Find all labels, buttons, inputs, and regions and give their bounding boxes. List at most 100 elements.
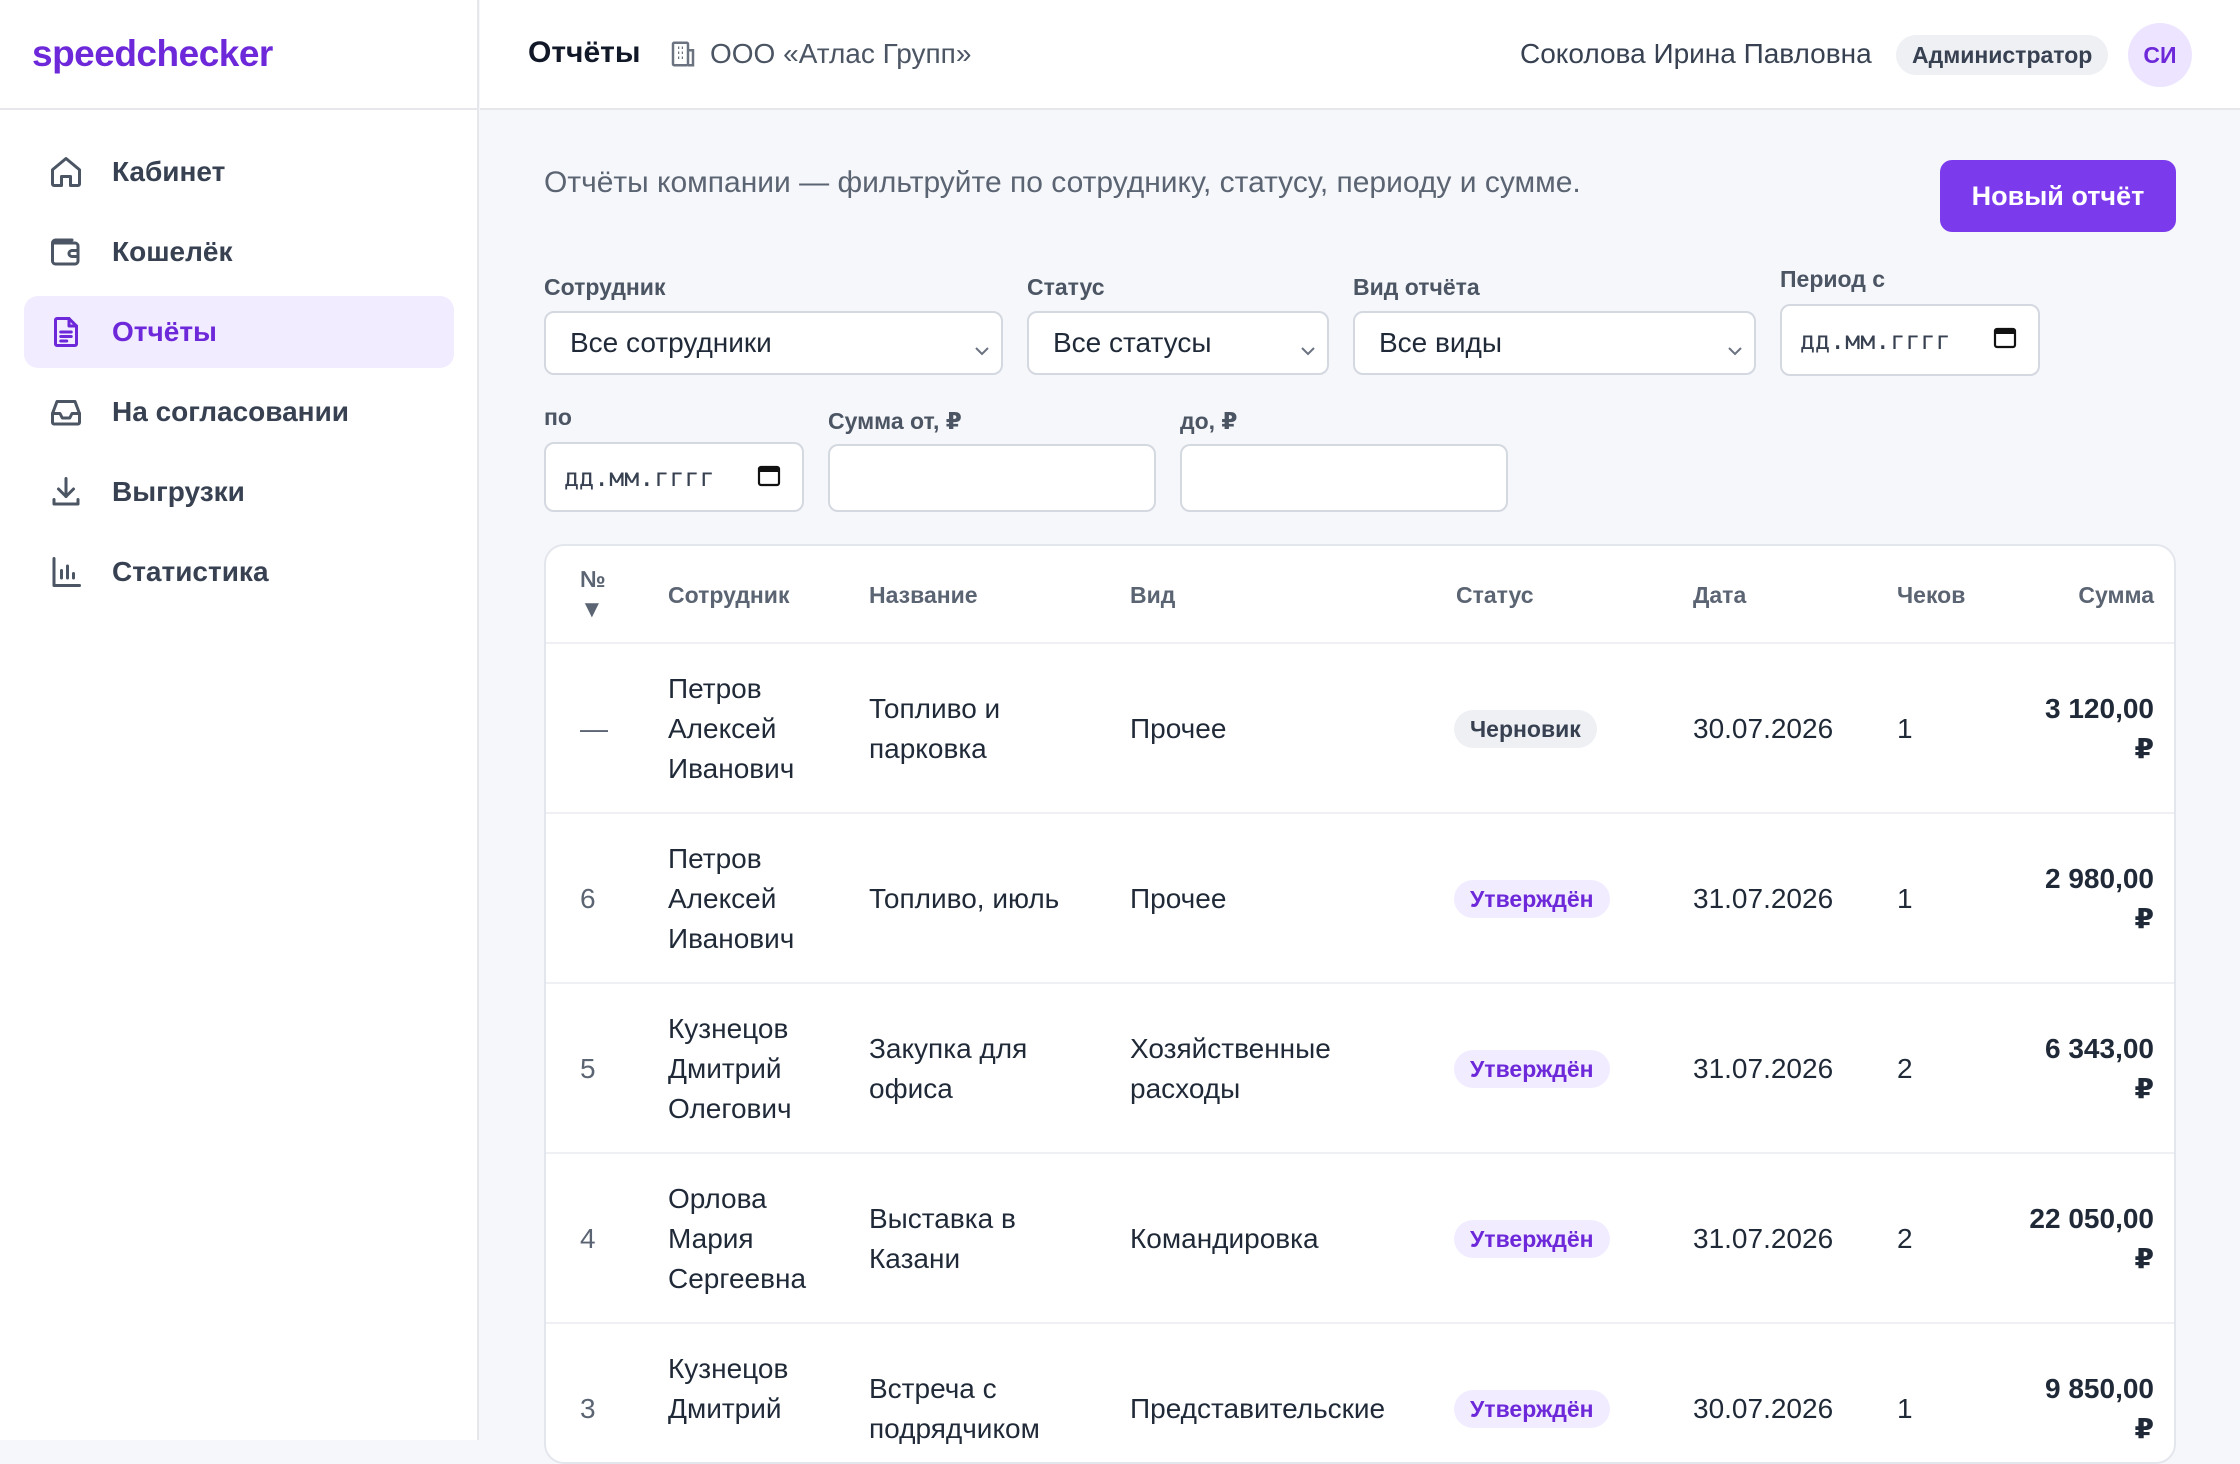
- page-description: Отчёты компании — фильтруйте по сотрудни…: [544, 166, 1581, 199]
- document-icon: [48, 314, 84, 350]
- row-type: Хозяйственные расходы: [1130, 1029, 1331, 1109]
- chevron-down-icon: [973, 335, 991, 356]
- name-line: Казани: [869, 1243, 961, 1274]
- user-name: Соколова Ирина Павловна: [1520, 38, 1872, 69]
- name-line: Встреча с: [869, 1373, 997, 1404]
- new-report-button[interactable]: Новый отчёт: [1940, 160, 2176, 232]
- app-logo[interactable]: speedchecker: [0, 0, 477, 110]
- type-line: Прочее: [1130, 713, 1227, 744]
- column-header-type[interactable]: Вид: [1130, 582, 1175, 609]
- column-header-number[interactable]: №: [580, 566, 606, 593]
- period-to-value: дд.мм.гггг: [564, 462, 715, 492]
- type-filter-value: Все виды: [1379, 327, 1503, 358]
- avatar[interactable]: СИ: [2128, 23, 2192, 87]
- row-date: 31.07.2026: [1693, 883, 1834, 914]
- inbox-icon: [48, 394, 84, 430]
- sum-value: 2 980,00: [2045, 863, 2154, 894]
- employee-filter-select[interactable]: Все сотрудники: [544, 311, 1003, 375]
- type-line: Прочее: [1130, 883, 1227, 914]
- column-header-date[interactable]: Дата: [1693, 582, 1746, 609]
- status-badge: Утверждён: [1454, 1390, 1610, 1428]
- period-to-input[interactable]: дд.мм.гггг: [544, 442, 804, 512]
- reports-table: № ▼ Сотрудник Название Вид Статус Дата Ч…: [544, 544, 2176, 1464]
- name-line: Топливо и: [869, 693, 1001, 724]
- sidebar-item-approval[interactable]: На согласовании: [24, 376, 454, 448]
- status-filter-select[interactable]: Все статусы: [1027, 311, 1329, 375]
- sum-value: 22 050,00: [2029, 1203, 2154, 1234]
- employee-filter-value: Все сотрудники: [570, 327, 772, 358]
- name-line: офиса: [869, 1073, 953, 1104]
- row-name[interactable]: Закупка для офиса: [869, 1029, 1027, 1109]
- row-employee: Кузнецов Дмитрий Олегович: [668, 1009, 792, 1129]
- row-type: Представительские: [1130, 1389, 1385, 1429]
- table-row[interactable]: — Петров Алексей Иванович Топливо и парк…: [546, 642, 2174, 812]
- sidebar-item-label: Выгрузки: [112, 476, 245, 507]
- row-number: 6: [580, 883, 596, 914]
- sidebar-item-reports[interactable]: Отчёты: [24, 296, 454, 368]
- row-employee: Кузнецов Дмитрий: [668, 1349, 788, 1429]
- sum-to-input[interactable]: [1180, 444, 1508, 512]
- row-number: 4: [580, 1223, 596, 1254]
- employee-line: Дмитрий: [668, 1393, 782, 1424]
- page-title: Отчёты: [528, 36, 641, 69]
- sidebar-item-label: Отчёты: [112, 316, 217, 347]
- type-filter-label: Вид отчёта: [1353, 274, 1480, 300]
- period-to-label: по: [544, 404, 572, 430]
- column-header-checks[interactable]: Чеков: [1897, 582, 1965, 609]
- sidebar-item-cabinet[interactable]: Кабинет: [24, 136, 454, 208]
- calendar-icon[interactable]: [1992, 324, 2018, 350]
- column-header-sum[interactable]: Сумма: [2078, 582, 2154, 609]
- period-from-input[interactable]: дд.мм.гггг: [1780, 304, 2040, 376]
- row-type: Командировка: [1130, 1219, 1319, 1259]
- column-header-status[interactable]: Статус: [1456, 582, 1534, 609]
- company-selector[interactable]: ООО «Атлас Групп»: [668, 38, 971, 70]
- type-filter-select[interactable]: Все виды: [1353, 311, 1756, 375]
- sum-to-label: до, ₽: [1180, 408, 1238, 434]
- name-line: подрядчиком: [869, 1413, 1040, 1444]
- chevron-down-icon: [1299, 335, 1317, 356]
- row-checks: 1: [1897, 713, 1913, 744]
- employee-line: Олегович: [668, 1093, 792, 1124]
- row-date: 31.07.2026: [1693, 1223, 1834, 1254]
- sum-from-input[interactable]: [828, 444, 1156, 512]
- currency-symbol: ₽: [2134, 1073, 2154, 1104]
- column-header-employee[interactable]: Сотрудник: [668, 582, 789, 609]
- row-name[interactable]: Выставка в Казани: [869, 1199, 1016, 1279]
- type-line: расходы: [1130, 1073, 1241, 1104]
- period-from-value: дд.мм.гггг: [1800, 325, 1951, 355]
- row-name[interactable]: Встреча с подрядчиком: [869, 1369, 1040, 1449]
- row-name[interactable]: Топливо, июль: [869, 879, 1059, 919]
- table-row[interactable]: 5 Кузнецов Дмитрий Олегович Закупка для …: [546, 982, 2174, 1152]
- employee-filter-label: Сотрудник: [544, 274, 666, 300]
- sidebar-item-label: На согласовании: [112, 396, 350, 427]
- calendar-icon[interactable]: [756, 462, 782, 488]
- employee-line: Алексей: [668, 713, 777, 744]
- column-header-name[interactable]: Название: [869, 582, 978, 609]
- row-number: 5: [580, 1053, 596, 1084]
- sidebar-item-label: Кошелёк: [112, 236, 233, 267]
- sidebar-item-label: Статистика: [112, 556, 269, 587]
- row-date: 30.07.2026: [1693, 1393, 1834, 1424]
- employee-line: Кузнецов: [668, 1013, 789, 1044]
- sidebar-item-wallet[interactable]: Кошелёк: [24, 216, 454, 288]
- status-filter-label: Статус: [1027, 274, 1105, 300]
- employee-line: Петров: [668, 673, 762, 704]
- table-row[interactable]: 6 Петров Алексей Иванович Топливо, июль …: [546, 812, 2174, 982]
- employee-line: Алексей: [668, 883, 777, 914]
- employee-line: Сергеевна: [668, 1263, 807, 1294]
- table-row[interactable]: 4 Орлова Мария Сергеевна Выставка в Каза…: [546, 1152, 2174, 1322]
- type-line: Представительские: [1130, 1393, 1386, 1424]
- row-name[interactable]: Топливо и парковка: [869, 689, 1000, 769]
- top-bar: Отчёты ООО «Атлас Групп» Соколова Ирина …: [480, 0, 2240, 110]
- building-icon: [671, 41, 695, 67]
- status-badge: Утверждён: [1454, 1220, 1610, 1258]
- chevron-down-icon: [1726, 335, 1744, 356]
- name-line: Топливо, июль: [869, 883, 1060, 914]
- sidebar-item-statistics[interactable]: Статистика: [24, 536, 454, 608]
- table-row[interactable]: 3 Кузнецов Дмитрий Встреча с подрядчиком…: [546, 1322, 2174, 1462]
- row-checks: 1: [1897, 1393, 1913, 1424]
- sort-desc-icon[interactable]: ▼: [580, 596, 604, 624]
- sidebar-item-exports[interactable]: Выгрузки: [24, 456, 454, 528]
- row-sum: 3 120,00 ₽: [2014, 689, 2154, 769]
- name-line: парковка: [869, 733, 987, 764]
